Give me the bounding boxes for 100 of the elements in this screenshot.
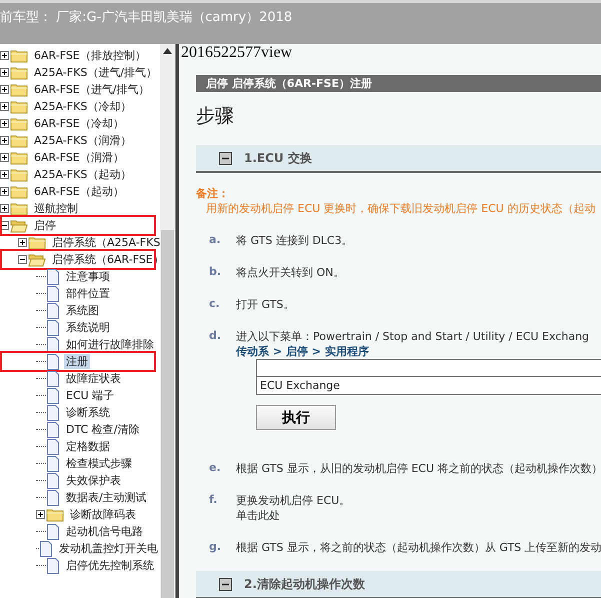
expand-icon[interactable] — [0, 85, 9, 94]
tree-connector — [36, 344, 46, 345]
expand-icon[interactable] — [0, 51, 9, 60]
tree-item[interactable]: 启停 — [32, 218, 58, 233]
folder-icon — [28, 236, 46, 250]
tree-item[interactable]: 注册 — [64, 354, 90, 369]
tree-connector — [36, 293, 46, 294]
tree-connector — [36, 361, 46, 362]
open-folder-icon — [28, 252, 46, 266]
tree-item[interactable]: 6AR-FSE（进气/排气） — [32, 82, 152, 97]
execute-button[interactable]: 执行 — [256, 405, 336, 430]
expand-icon[interactable] — [0, 187, 9, 196]
tree-item[interactable]: 数据表/主动测试 — [64, 490, 149, 505]
page-icon — [39, 540, 53, 556]
folder-icon — [10, 134, 28, 148]
tree-item[interactable]: 定格数据 — [64, 439, 112, 454]
tree-item[interactable]: 发动机盖控灯开关电 — [57, 541, 160, 556]
folder-icon — [10, 100, 28, 114]
folder-icon — [10, 184, 28, 198]
page-icon — [46, 404, 60, 420]
tree-item[interactable]: 部件位置 — [64, 286, 112, 301]
section-header[interactable]: 1.ECU 交换 — [196, 145, 601, 173]
tree-connector — [36, 531, 46, 532]
step-marker: e. — [209, 461, 222, 476]
tree-item[interactable]: A25A-FKS（冷却） — [32, 99, 134, 114]
expand-icon[interactable] — [0, 102, 9, 111]
tree-item[interactable]: 6AR-FSE（排放控制） — [32, 48, 148, 63]
tree-item[interactable]: 系统图 — [64, 303, 101, 318]
expand-icon[interactable] — [0, 153, 9, 162]
open-folder-icon — [10, 218, 28, 232]
page-icon — [46, 320, 60, 336]
tree-item[interactable]: 检查模式步骤 — [64, 456, 134, 471]
expand-icon[interactable] — [0, 68, 9, 77]
section-header[interactable]: 2.清除起动机操作次数 — [196, 571, 601, 598]
step-text: 根据 GTS 显示，从旧的发动机启停 ECU 将之前的状态（起动机操作次数） — [236, 461, 601, 476]
folder-icon — [10, 202, 28, 216]
folder-icon — [46, 508, 64, 522]
document-id: 2016522577view — [180, 44, 294, 63]
tree-connector — [36, 378, 46, 379]
tree-item[interactable]: DTC 检查/清除 — [64, 422, 142, 437]
tree-item[interactable]: 巡航控制 — [32, 201, 80, 216]
vehicle-title: 前车型： 厂家:G-广汽丰田凯美瑞（camry）2018 — [0, 9, 292, 26]
step-marker: d. — [209, 329, 222, 344]
tree-connector — [36, 565, 46, 566]
page-icon — [46, 388, 60, 404]
expand-icon[interactable] — [0, 204, 9, 213]
tree-item[interactable]: 诊断故障码表 — [68, 507, 138, 522]
tree-connector — [36, 276, 46, 277]
tree-item[interactable]: 失效保护表 — [64, 473, 123, 488]
step-text: 将 GTS 连接到 DLC3。 — [236, 233, 354, 248]
section-title: 1.ECU 交换 — [244, 150, 312, 166]
tree-item[interactable]: A25A-FKS（进气/排气） — [32, 65, 160, 80]
page-icon — [46, 472, 60, 488]
breadcrumb-bar: 启停 启停系统（6AR-FSE）注册 — [196, 75, 601, 92]
table-cell[interactable]: ECU Exchange — [257, 377, 601, 394]
collapse-icon[interactable] — [219, 578, 232, 590]
page-icon — [46, 370, 60, 386]
expand-icon[interactable] — [0, 119, 9, 128]
expand-icon[interactable] — [36, 510, 45, 519]
page-heading: 步骤 — [196, 104, 235, 129]
tree-item[interactable]: 故障症状表 — [64, 371, 123, 386]
page-icon — [46, 558, 60, 574]
page-icon — [46, 456, 60, 472]
expand-icon[interactable] — [0, 136, 9, 145]
link[interactable]: 单击此处 — [236, 508, 601, 523]
tree-connector — [36, 463, 46, 464]
step-marker: b. — [209, 265, 222, 280]
collapse-icon[interactable] — [219, 152, 232, 164]
page-icon — [46, 336, 60, 352]
scroll-thumb[interactable] — [161, 230, 174, 598]
step-marker: a. — [209, 233, 222, 248]
tree-item[interactable]: 启停优先控制系统 — [64, 558, 156, 573]
tree-item[interactable]: A25A-FKS（起动） — [32, 167, 134, 182]
tree-item[interactable]: A25A-FKS（润滑） — [32, 133, 134, 148]
tree-item[interactable]: 如何进行故障排除 — [64, 337, 156, 352]
page-icon — [46, 286, 60, 302]
tree-item[interactable]: 6AR-FSE（冷却） — [32, 116, 126, 131]
expand-icon[interactable] — [0, 170, 9, 179]
tree-item[interactable]: 6AR-FSE（起动） — [32, 184, 126, 199]
page-icon — [46, 524, 60, 540]
step-marker: c. — [209, 297, 221, 312]
tree-item[interactable]: 起动机信号电路 — [64, 524, 145, 539]
tree-item[interactable]: 6AR-FSE（润滑） — [32, 150, 126, 165]
folder-icon — [10, 48, 28, 62]
tree-connector — [36, 395, 46, 396]
scrollbar[interactable] — [160, 44, 175, 598]
tree-item[interactable]: 注意事项 — [64, 269, 112, 284]
collapse-icon[interactable] — [18, 255, 27, 264]
section-title: 2.清除起动机操作次数 — [244, 576, 365, 592]
folder-icon — [10, 150, 28, 164]
tree-item[interactable]: 系统说明 — [64, 320, 112, 335]
folder-icon — [10, 66, 28, 80]
step-text: 将点火开关转到 ON。 — [236, 265, 346, 280]
tree-item[interactable]: ECU 端子 — [64, 388, 116, 403]
folder-icon — [10, 82, 28, 96]
expand-icon[interactable] — [18, 238, 27, 247]
tree-item[interactable]: 诊断系统 — [64, 405, 112, 420]
tree-item[interactable]: 启停系统（A25A-FKS — [50, 235, 160, 250]
tree-connector — [36, 446, 46, 447]
tree-connector — [36, 548, 39, 549]
